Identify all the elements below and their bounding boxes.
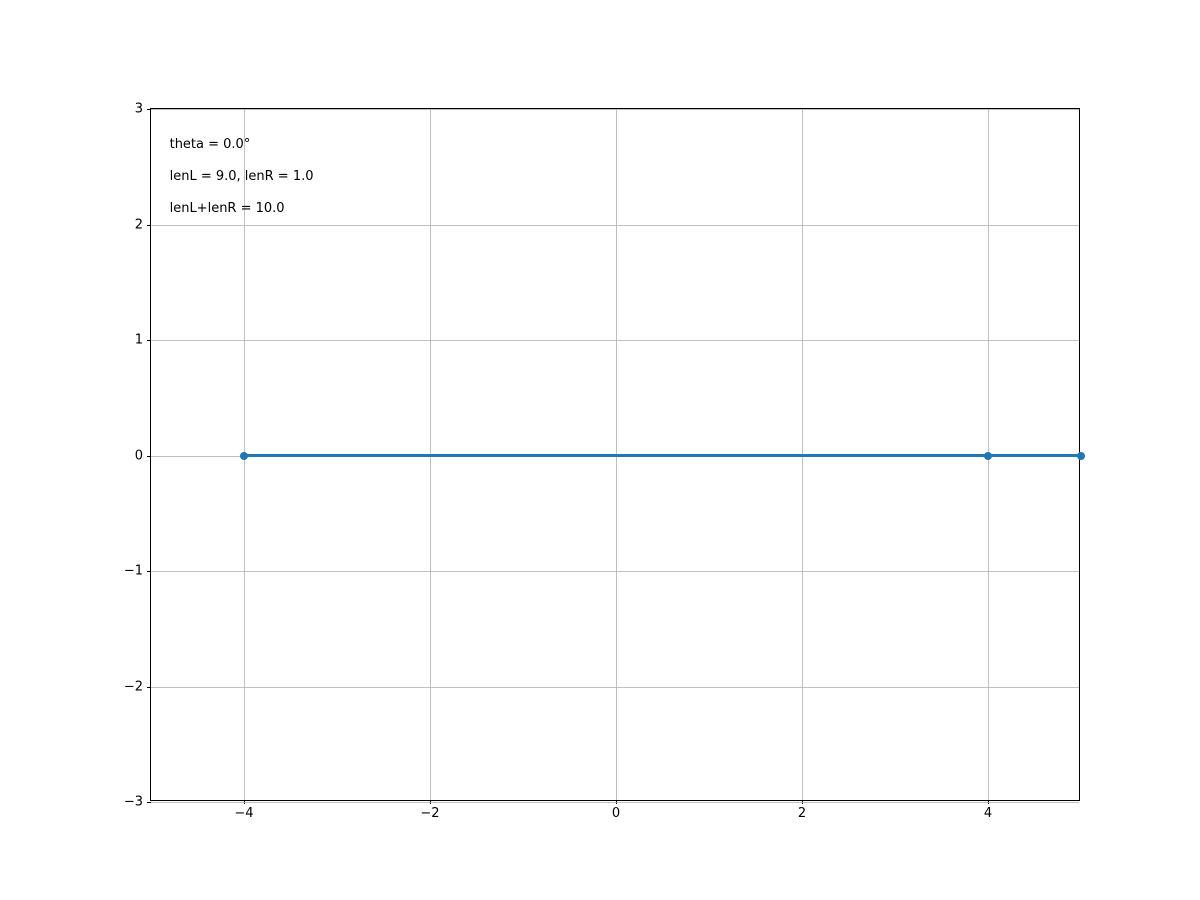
grid-line-horizontal [151, 225, 1079, 226]
grid-line-horizontal [151, 802, 1079, 803]
x-tick-label: 2 [798, 806, 806, 821]
chart-annotation: theta = 0.0° [170, 137, 251, 152]
y-tick-label: 2 [135, 217, 143, 232]
x-tick-label: −2 [420, 806, 439, 821]
y-tick-label: −1 [124, 564, 143, 579]
y-tick [147, 109, 151, 110]
chart-annotation: lenL = 9.0, lenR = 1.0 [170, 169, 314, 184]
x-tick-label: −4 [234, 806, 253, 821]
y-tick-label: 1 [135, 333, 143, 348]
axes: −4−2024−3−2−10123theta = 0.0°lenL = 9.0,… [150, 108, 1080, 801]
y-tick-label: 3 [135, 102, 143, 117]
chart-marker [984, 452, 992, 460]
chart-line [244, 454, 1081, 457]
y-tick [147, 571, 151, 572]
y-tick [147, 687, 151, 688]
chart-marker [1077, 452, 1085, 460]
y-tick [147, 340, 151, 341]
grid-line-horizontal [151, 571, 1079, 572]
chart-marker [240, 452, 248, 460]
y-tick-label: −3 [124, 795, 143, 810]
chart-annotation: lenL+lenR = 10.0 [170, 201, 285, 216]
y-tick [147, 456, 151, 457]
x-tick-label: 0 [612, 806, 620, 821]
figure: −4 −2 0 2 4 −3 −2 −1 0 1 2 3 theta = 0.0° lenL = 9.0,… [0, 0, 1200, 900]
y-tick [147, 225, 151, 226]
grid-line-horizontal [151, 687, 1079, 688]
x-tick-label: 4 [984, 806, 992, 821]
y-tick [147, 802, 151, 803]
grid-line-horizontal [151, 109, 1079, 110]
y-tick-label: 0 [135, 448, 143, 463]
y-tick-label: −2 [124, 679, 143, 694]
grid-line-horizontal [151, 340, 1079, 341]
